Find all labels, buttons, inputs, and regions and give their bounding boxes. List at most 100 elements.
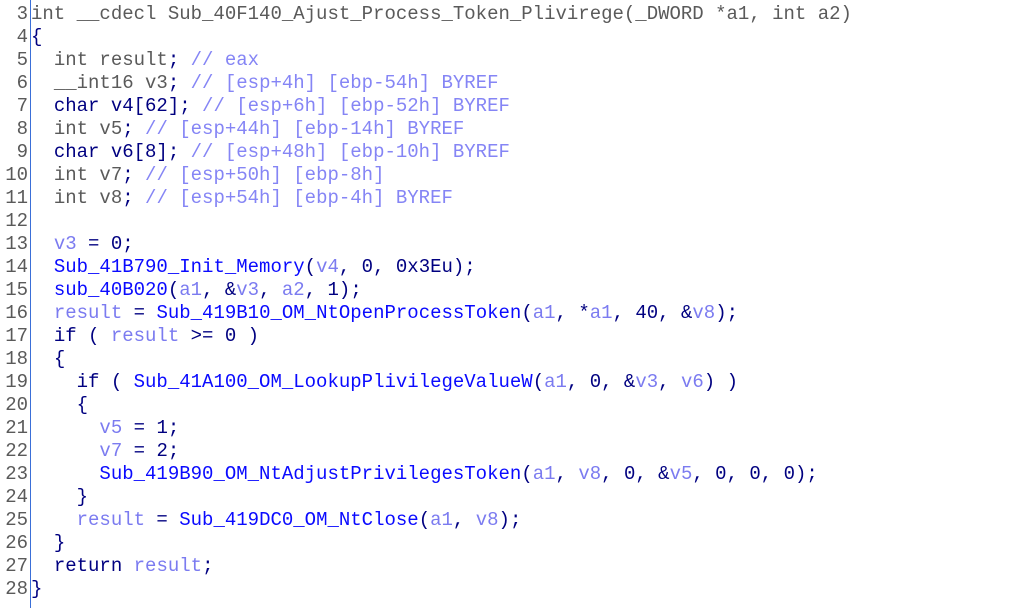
code-line[interactable]: 11 int v8; // [esp+54h] [ebp-4h] BYREF xyxy=(0,187,852,210)
code-line[interactable]: 19 if ( Sub_41A100_OM_LookupPlivilegeVal… xyxy=(0,371,852,394)
code-token: , 1); xyxy=(304,279,362,301)
variable-token[interactable]: result xyxy=(111,325,179,347)
code-text: } xyxy=(30,532,65,555)
pseudocode-view[interactable]: 3 int __cdecl Sub_40F140_Ajust_Process_To… xyxy=(0,3,852,601)
code-text: v3 = 0; xyxy=(30,233,134,256)
code-text: } xyxy=(30,578,42,601)
code-token: , * xyxy=(555,302,590,324)
line-number: 17 xyxy=(5,325,28,347)
code-token: } xyxy=(76,486,89,508)
code-token: ; xyxy=(202,555,214,577)
variable-token[interactable]: a1 xyxy=(179,279,202,301)
variable-token[interactable]: v3 xyxy=(635,371,658,393)
line-number: 7 xyxy=(16,95,28,117)
variable-token[interactable]: v7 xyxy=(99,440,122,462)
code-token: ); xyxy=(715,302,739,324)
code-token: ; xyxy=(122,187,134,209)
code-line[interactable]: 28} xyxy=(0,578,852,601)
function-name-token[interactable]: Sub_419B10_OM_NtOpenProcessToken xyxy=(156,302,521,324)
code-line[interactable]: 20 { xyxy=(0,394,852,417)
code-line[interactable]: 22 v7 = 2; xyxy=(0,440,852,463)
code-line[interactable]: 3 int __cdecl Sub_40F140_Ajust_Process_To… xyxy=(0,3,852,26)
variable-token[interactable]: a1 xyxy=(430,509,453,531)
line-number: 21 xyxy=(5,417,28,439)
code-line[interactable]: 9 char v6[8]; // [esp+48h] [ebp-10h] BYR… xyxy=(0,141,852,164)
variable-token[interactable]: v8 xyxy=(476,509,499,531)
code-line[interactable]: 17 if ( result >= 0 ) xyxy=(0,325,852,348)
code-token: ( xyxy=(167,279,180,301)
function-name-token[interactable]: Sub_419B90_OM_NtAdjustPrivilegesToken xyxy=(99,463,521,485)
function-name-token[interactable]: sub_40B020 xyxy=(54,279,168,301)
code-line[interactable]: 24 } xyxy=(0,486,852,509)
code-line[interactable]: 21 v5 = 1; xyxy=(0,417,852,440)
code-text: int __cdecl Sub_40F140_Ajust_Process_Tok… xyxy=(30,3,852,26)
code-line[interactable]: 10 int v7; // [esp+50h] [ebp-8h] xyxy=(0,164,852,187)
variable-token[interactable]: result xyxy=(77,509,145,531)
line-number: 11 xyxy=(5,187,28,209)
variable-token[interactable]: v3 xyxy=(236,279,259,301)
code-token: { xyxy=(31,26,43,48)
function-name-token[interactable]: Sub_41B790_Init_Memory xyxy=(54,256,305,278)
code-token: , & xyxy=(202,279,237,301)
code-line[interactable]: 18 { xyxy=(0,348,852,371)
variable-token[interactable]: a2 xyxy=(282,279,305,301)
code-text: { xyxy=(30,26,42,49)
code-line[interactable]: 7 char v4[62]; // [esp+6h] [ebp-52h] BYR… xyxy=(0,95,852,118)
code-line[interactable]: 12 xyxy=(0,210,852,233)
code-line[interactable]: 26 } xyxy=(0,532,852,555)
code-line[interactable]: 4{ xyxy=(0,26,852,49)
code-text: int v8; // [esp+54h] [ebp-4h] BYREF xyxy=(30,187,453,210)
code-line[interactable]: 25 result = Sub_419DC0_OM_NtClose(a1, v8… xyxy=(0,509,852,532)
code-line[interactable]: 5 int result; // eax xyxy=(0,49,852,72)
code-token: ; xyxy=(167,49,180,71)
code-token: if ( xyxy=(53,325,111,347)
code-text: result = Sub_419B10_OM_NtOpenProcessToke… xyxy=(30,302,738,325)
variable-token[interactable]: v5 xyxy=(670,463,693,485)
variable-token[interactable]: v8 xyxy=(692,302,715,324)
variable-token[interactable]: a1 xyxy=(544,371,567,393)
variable-token[interactable]: result xyxy=(134,555,202,577)
code-token: ) ) xyxy=(703,371,738,393)
variable-token[interactable]: a1 xyxy=(590,302,613,324)
code-line[interactable]: 23 Sub_419B90_OM_NtAdjustPrivilegesToken… xyxy=(0,463,852,486)
line-number: 20 xyxy=(5,394,28,416)
code-line[interactable]: 16 result = Sub_419B10_OM_NtOpenProcessT… xyxy=(0,302,852,325)
code-line[interactable]: 6 __int16 v3; // [esp+4h] [ebp-54h] BYRE… xyxy=(0,72,852,95)
variable-token[interactable]: v3 xyxy=(54,233,77,255)
function-name-token[interactable]: Sub_41A100_OM_LookupPlivilegeValueW xyxy=(134,371,533,393)
variable-token[interactable]: a1 xyxy=(533,302,556,324)
variable-token[interactable]: a1 xyxy=(533,463,556,485)
code-token: , 0, 0x3Eu); xyxy=(338,256,476,278)
line-number: 18 xyxy=(5,348,28,370)
line-number: 6 xyxy=(16,72,28,94)
variable-token[interactable]: v6 xyxy=(681,371,704,393)
variable-token[interactable]: result xyxy=(54,302,122,324)
line-number: 13 xyxy=(5,233,28,255)
code-line[interactable]: 15 sub_40B020(a1, &v3, a2, 1); xyxy=(0,279,852,302)
code-token: } xyxy=(53,532,66,554)
line-number: 15 xyxy=(5,279,28,301)
variable-token[interactable]: v5 xyxy=(99,417,122,439)
code-text: v7 = 2; xyxy=(30,440,179,463)
function-name-token[interactable]: Sub_419DC0_OM_NtClose xyxy=(179,509,418,531)
line-number: 19 xyxy=(5,371,28,393)
code-line[interactable]: 13 v3 = 0; xyxy=(0,233,852,256)
code-line[interactable]: 8 int v5; // [esp+44h] [ebp-14h] BYREF xyxy=(0,118,852,141)
code-text: Sub_41B790_Init_Memory(v4, 0, 0x3Eu); xyxy=(30,256,476,279)
code-line[interactable]: 27 return result; xyxy=(0,555,852,578)
code-line[interactable]: 14 Sub_41B790_Init_Memory(v4, 0, 0x3Eu); xyxy=(0,256,852,279)
variable-token[interactable]: v8 xyxy=(578,463,601,485)
variable-token[interactable]: v4 xyxy=(316,256,339,278)
code-token: , xyxy=(259,279,282,301)
